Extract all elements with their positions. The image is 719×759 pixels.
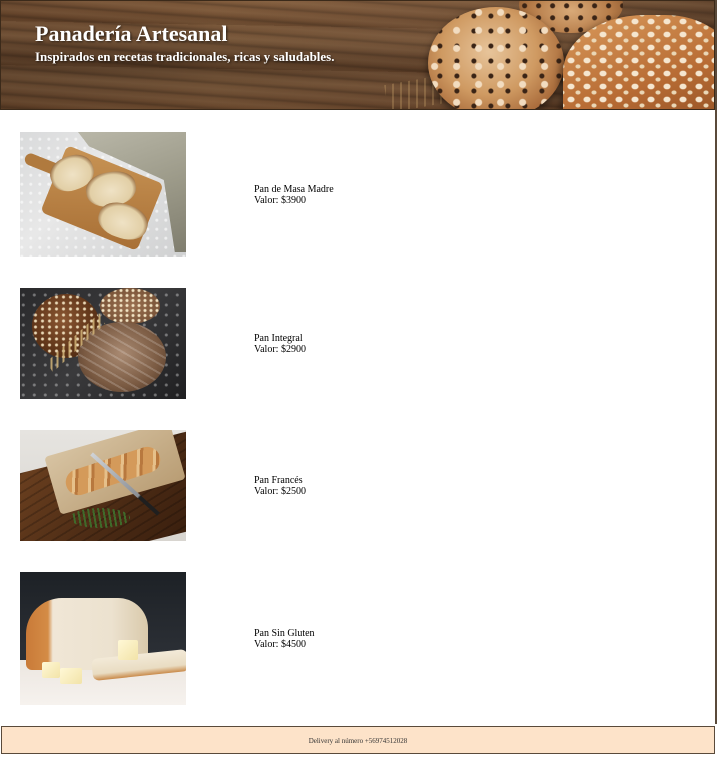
product-name: Pan Francés xyxy=(254,475,303,486)
product-name: Pan Integral xyxy=(254,333,303,344)
whole-wheat-bread-image xyxy=(20,288,186,399)
footer: Delivery al número +56974512028 xyxy=(1,726,715,754)
product-price: Valor: $2500 xyxy=(254,486,306,497)
page: Panadería Artesanal Inspirados en receta… xyxy=(0,0,719,759)
product-price: Valor: $4500 xyxy=(254,639,306,650)
product-info: Pan Sin Gluten Valor: $4500 xyxy=(254,628,315,650)
product-info: Pan Integral Valor: $2900 xyxy=(254,333,306,355)
banner-bread-image xyxy=(428,7,564,109)
sourdough-bread-image xyxy=(20,132,186,257)
delivery-phone-text: Delivery al número +56974512028 xyxy=(308,737,408,745)
page-right-border xyxy=(715,0,717,724)
page-subtitle: Inspirados en recetas tradicionales, ric… xyxy=(35,49,335,64)
page-title: Panadería Artesanal xyxy=(35,21,228,46)
product-item: Pan Integral Valor: $2900 xyxy=(20,288,620,399)
product-item: Pan de Masa Madre Valor: $3900 xyxy=(20,132,620,257)
product-item: Pan Francés Valor: $2500 xyxy=(20,430,620,541)
product-info: Pan Francés Valor: $2500 xyxy=(254,475,306,497)
baguette-image xyxy=(20,430,186,541)
product-name: Pan de Masa Madre xyxy=(254,184,334,195)
product-item: Pan Sin Gluten Valor: $4500 xyxy=(20,572,620,705)
header-banner: Panadería Artesanal Inspirados en receta… xyxy=(0,0,715,110)
product-price: Valor: $2900 xyxy=(254,344,306,355)
product-info: Pan de Masa Madre Valor: $3900 xyxy=(254,184,334,206)
gluten-free-bread-image xyxy=(20,572,186,705)
product-name: Pan Sin Gluten xyxy=(254,628,315,639)
product-price: Valor: $3900 xyxy=(254,195,306,206)
